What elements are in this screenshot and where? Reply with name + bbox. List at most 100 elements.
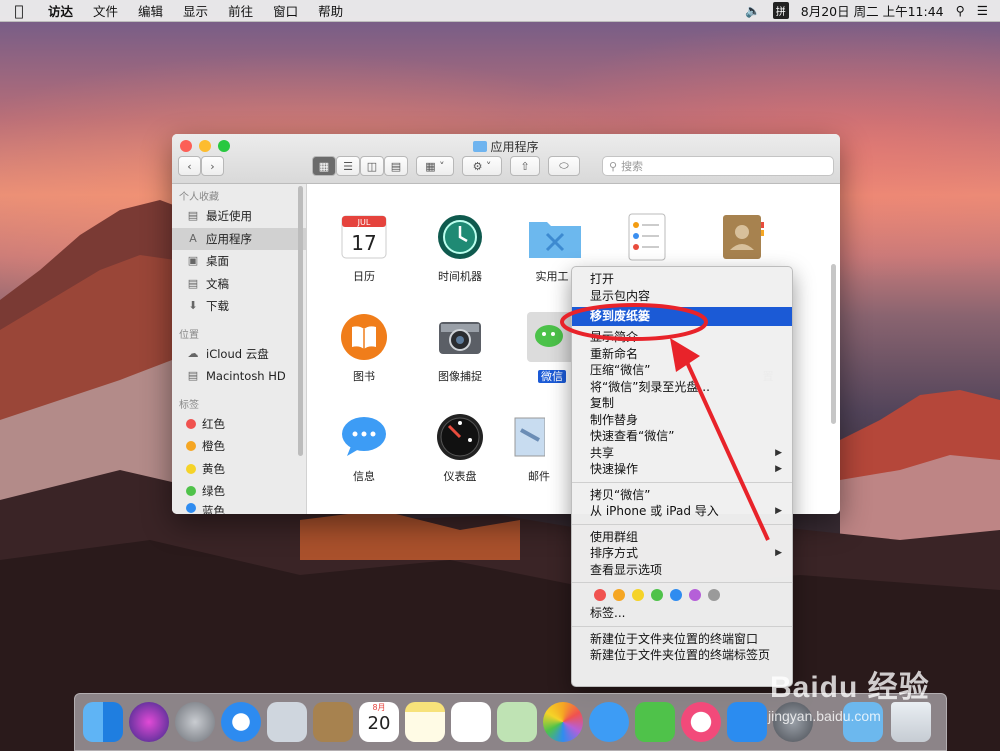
menu-help[interactable]: 帮助 <box>308 1 353 20</box>
sidebar-item-documents[interactable]: ▤ 文稿 <box>172 273 306 296</box>
app-calendar[interactable]: JUL 17 日历 <box>319 212 409 284</box>
sidebar-item-tag-green[interactable]: 绿色 <box>172 480 306 503</box>
menu-item-show-view-options[interactable]: 查看显示选项 <box>572 562 792 579</box>
sidebar-scrollbar[interactable] <box>298 186 303 456</box>
tags-button[interactable]: ⬭ <box>548 156 580 176</box>
sidebar-item-recents[interactable]: ▤ 最近使用 <box>172 205 306 228</box>
menu-item-quick-look[interactable]: 快速查看“微信” <box>572 428 792 445</box>
menu-item-sort-by[interactable]: 排序方式 ▶ <box>572 545 792 562</box>
apple-icon[interactable]:  <box>0 2 38 20</box>
tag-orange-dot[interactable] <box>613 589 625 601</box>
contacts-icon <box>717 212 767 262</box>
tag-yellow-dot[interactable] <box>632 589 644 601</box>
menu-view[interactable]: 显示 <box>173 1 218 20</box>
menu-item-tags[interactable]: 标签... <box>572 605 792 622</box>
menu-file[interactable]: 文件 <box>83 1 128 20</box>
back-button[interactable]: ‹ <box>178 156 201 176</box>
app-books[interactable]: 图书 <box>319 312 409 384</box>
photos-icon[interactable] <box>543 702 583 742</box>
app-contacts[interactable] <box>697 212 787 268</box>
sidebar-item-applications[interactable]: A 应用程序 <box>172 227 306 250</box>
app-reminders[interactable] <box>601 212 691 268</box>
notification-center-icon[interactable]: ☰ <box>977 3 988 18</box>
hard-drive-icon: ▤ <box>187 369 199 383</box>
sidebar-item-icloud[interactable]: ☁ iCloud 云盘 <box>172 343 306 366</box>
share-button[interactable]: ⇧ <box>510 156 540 176</box>
menu-item-new-terminal-window[interactable]: 新建位于文件夹位置的终端窗口 <box>572 631 792 648</box>
app-mail[interactable]: 邮件 <box>507 412 550 484</box>
menu-item-duplicate[interactable]: 复制 <box>572 395 792 412</box>
menubar-clock[interactable]: 8月20日 周二 上午11:44 <box>801 1 944 20</box>
tag-dot-icon <box>186 463 196 474</box>
menu-item-burn-to-disc[interactable]: 将“微信”刻录至光盘... <box>572 379 792 396</box>
menu-item-open[interactable]: 打开 <box>572 271 792 288</box>
reminders-icon[interactable] <box>451 702 491 742</box>
menu-item-show-package-contents[interactable]: 显示包内容 <box>572 288 792 305</box>
input-method-icon[interactable]: 拼 <box>772 2 789 19</box>
menu-item-copy[interactable]: 拷贝“微信” <box>572 487 792 504</box>
action-gear-button[interactable]: ⚙ ˅ <box>462 156 502 176</box>
sidebar-item-label: 橙色 <box>202 439 225 454</box>
menu-item-import-from-iphone[interactable]: 从 iPhone 或 iPad 导入 ▶ <box>572 503 792 520</box>
column-view-button[interactable]: ◫ <box>360 156 384 176</box>
menu-item-share[interactable]: 共享 ▶ <box>572 445 792 462</box>
app-image-capture[interactable]: 图像捕捉 <box>415 312 505 384</box>
app-label: 图书 <box>353 370 375 383</box>
calendar-icon[interactable]: 8月 20 <box>359 702 399 742</box>
app-dashboard[interactable]: 仪表盘 <box>415 412 505 484</box>
sidebar-item-macintosh-hd[interactable]: ▤ Macintosh HD <box>172 365 306 388</box>
siri-icon[interactable] <box>129 702 169 742</box>
menu-window[interactable]: 窗口 <box>263 1 308 20</box>
sidebar-item-tag-yellow[interactable]: 黄色 <box>172 458 306 481</box>
content-scrollbar[interactable] <box>831 264 836 424</box>
trash-icon[interactable] <box>891 702 931 742</box>
sidebar-header-locations: 位置 <box>179 329 199 341</box>
safari-icon[interactable] <box>221 702 261 742</box>
sidebar-item-tag-blue[interactable]: 蓝色 <box>172 502 306 514</box>
menu-item-new-terminal-tab[interactable]: 新建位于文件夹位置的终端标签页 <box>572 647 792 664</box>
mail-icon[interactable] <box>267 702 307 742</box>
messages-icon[interactable] <box>589 702 629 742</box>
menu-edit[interactable]: 编辑 <box>128 1 173 20</box>
facetime-icon[interactable] <box>635 702 675 742</box>
tag-purple-dot[interactable] <box>689 589 701 601</box>
list-view-button[interactable]: ☰ <box>336 156 360 176</box>
menu-item-use-groups[interactable]: 使用群组 <box>572 529 792 546</box>
spotlight-search-icon[interactable]: ⚲ <box>956 3 965 18</box>
search-placeholder: 搜索 <box>621 160 644 173</box>
tag-green-dot[interactable] <box>651 589 663 601</box>
menu-item-make-alias[interactable]: 制作替身 <box>572 412 792 429</box>
maps-icon[interactable] <box>497 702 537 742</box>
menu-item-quick-actions[interactable]: 快速操作 ▶ <box>572 461 792 478</box>
gallery-view-button[interactable]: ▤ <box>384 156 408 176</box>
sidebar-item-tag-orange[interactable]: 橙色 <box>172 435 306 458</box>
search-input[interactable]: ⚲ 搜索 <box>602 156 834 176</box>
app-time-machine[interactable]: 时间机器 <box>415 212 505 284</box>
menu-finder[interactable]: 访达 <box>38 1 83 20</box>
tag-red-dot[interactable] <box>594 589 606 601</box>
menu-item-get-info[interactable]: 显示简介 <box>572 329 792 346</box>
contacts-icon[interactable] <box>313 702 353 742</box>
notes-icon[interactable] <box>405 702 445 742</box>
cloud-icon: ☁ <box>187 346 199 360</box>
sidebar-item-tag-red[interactable]: 红色 <box>172 413 306 436</box>
launchpad-icon[interactable] <box>175 702 215 742</box>
app-store-icon[interactable] <box>727 702 767 742</box>
forward-button[interactable]: › <box>201 156 224 176</box>
tag-gray-dot[interactable] <box>708 589 720 601</box>
submenu-arrow-icon: ▶ <box>775 464 782 474</box>
sidebar-item-desktop[interactable]: ▣ 桌面 <box>172 250 306 273</box>
menu-item-move-to-trash[interactable]: 移到废纸篓 <box>572 307 792 326</box>
menu-item-rename[interactable]: 重新命名 <box>572 346 792 363</box>
menu-item-compress[interactable]: 压缩“微信” <box>572 362 792 379</box>
group-by-button[interactable]: ▦ ˅ <box>416 156 454 176</box>
music-icon[interactable] <box>681 702 721 742</box>
sidebar-item-downloads[interactable]: ⬇ 下载 <box>172 295 306 318</box>
app-messages[interactable]: 信息 <box>319 412 409 484</box>
icon-view-button[interactable]: ▦ <box>312 156 336 176</box>
volume-icon[interactable]: 🔈 <box>745 3 761 19</box>
download-icon: ⬇ <box>188 299 198 313</box>
tag-blue-dot[interactable] <box>670 589 682 601</box>
menu-go[interactable]: 前往 <box>218 1 263 20</box>
finder-icon[interactable] <box>83 702 123 742</box>
